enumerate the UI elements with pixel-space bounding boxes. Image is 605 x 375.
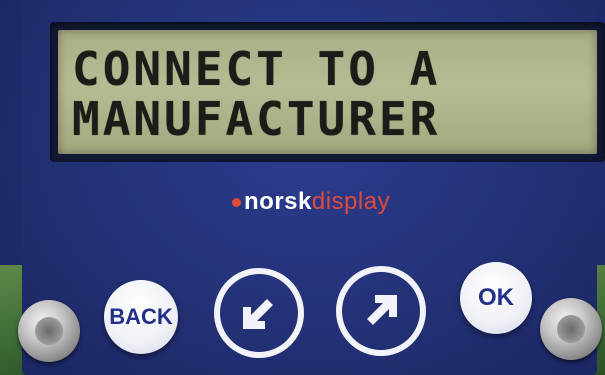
lcd-bezel: CONNECT TO A MANUFACTURER bbox=[50, 22, 605, 162]
ok-button[interactable]: OK bbox=[460, 262, 532, 334]
back-button-label: BACK bbox=[109, 304, 173, 329]
down-left-button[interactable] bbox=[214, 268, 304, 358]
lcd-screen: CONNECT TO A MANUFACTURER bbox=[58, 30, 597, 154]
brand-dot-icon bbox=[232, 198, 241, 208]
arrow-down-left-icon bbox=[243, 299, 273, 329]
arrow-up-right-icon bbox=[367, 295, 397, 325]
front-panel: CONNECT TO A MANUFACTURER norskdisplay B… bbox=[22, 0, 605, 375]
device-front: CONNECT TO A MANUFACTURER norskdisplay B… bbox=[0, 0, 605, 375]
screw-right bbox=[540, 298, 602, 360]
up-right-button[interactable] bbox=[336, 266, 426, 356]
lcd-line-2: MANUFACTURER bbox=[72, 92, 441, 146]
brand-norsk: norsk bbox=[244, 188, 312, 215]
screw-left bbox=[18, 300, 80, 362]
brand-logo: norskdisplay bbox=[232, 188, 390, 216]
ok-button-label: OK bbox=[478, 284, 514, 311]
brand-display: display bbox=[311, 188, 391, 215]
lcd-line-1: CONNECT TO A bbox=[72, 42, 441, 96]
back-button[interactable]: BACK bbox=[104, 280, 178, 354]
